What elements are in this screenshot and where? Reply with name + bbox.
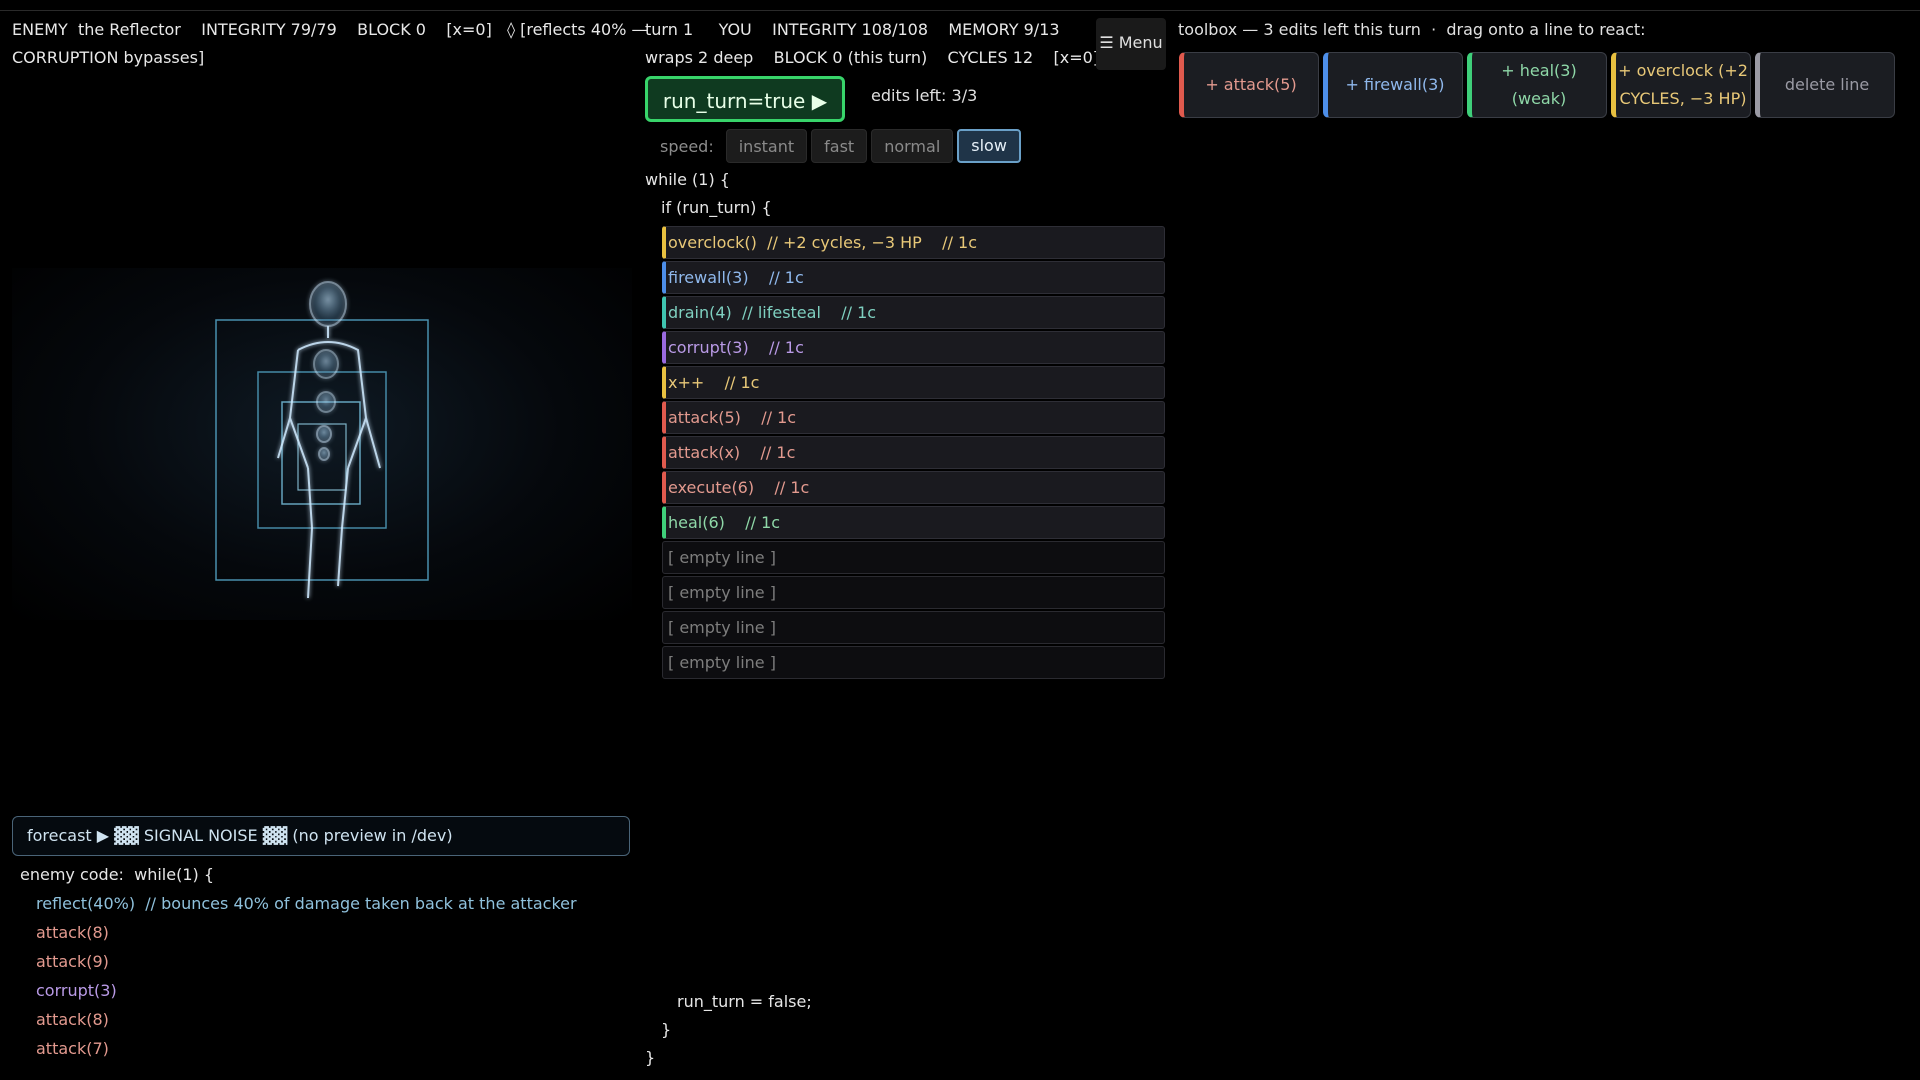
code-if-close: }	[661, 1020, 672, 1039]
speed-option-fast[interactable]: fast	[811, 129, 868, 163]
speed-option-normal[interactable]: normal	[871, 129, 954, 163]
code-line[interactable]: heal(6) // 1c	[662, 506, 1165, 539]
enemy-code-line: corrupt(3)	[36, 981, 117, 1000]
toolbox: + attack(5) + firewall(3) + heal(3) (weak)…	[1179, 52, 1895, 118]
enemy-integrity: INTEGRITY 79/79	[201, 20, 337, 39]
player-header: turn 1 YOU INTEGRITY 108/108 MEMORY 9/13…	[645, 16, 1099, 72]
code-line[interactable]: firewall(3) // 1c	[662, 261, 1165, 294]
player-integrity: INTEGRITY 108/108	[772, 20, 929, 39]
player-cycles: CYCLES 12	[947, 48, 1034, 67]
code-line[interactable]: drain(4) // lifesteal // 1c	[662, 296, 1165, 329]
speed-option-slow[interactable]: slow	[957, 129, 1021, 163]
top-divider	[0, 10, 1920, 11]
empty-code-line[interactable]: [ empty line ]	[662, 541, 1165, 574]
code-line[interactable]: execute(6) // 1c	[662, 471, 1165, 504]
enemy-code-block: enemy code: while(1) { reflect(40%) // b…	[20, 860, 620, 1063]
code-line[interactable]: attack(5) // 1c	[662, 401, 1165, 434]
enemy-code-header: enemy code: while(1) {	[20, 865, 215, 884]
enemy-header: ENEMY the Reflector INTEGRITY 79/79 BLOC…	[12, 16, 648, 72]
enemy-code-line: attack(8)	[36, 923, 109, 942]
turn-counter: turn 1	[645, 20, 694, 39]
forecast-bar: forecast ▶ ▓▓ SIGNAL NOISE ▓▓ (no previe…	[12, 816, 630, 856]
toolbox-item-firewall-3[interactable]: + firewall(3)	[1323, 52, 1463, 118]
toolbox-title: toolbox — 3 edits left this turn · drag …	[1178, 20, 1646, 39]
player-label: YOU	[718, 20, 752, 39]
speed-option-instant[interactable]: instant	[725, 129, 808, 163]
speed-selector: speed: instant fast normal slow	[660, 128, 1021, 164]
enemy-status-line2: CORRUPTION bypasses]	[12, 48, 205, 67]
player-wraps: wraps 2 deep	[645, 48, 754, 67]
empty-code-line[interactable]: [ empty line ]	[662, 576, 1165, 609]
code-lines: overclock() // +2 cycles, −3 HP // 1c fir…	[662, 226, 1165, 681]
toolbox-item-heal-3-weak[interactable]: + heal(3) (weak)	[1467, 52, 1607, 118]
toolbox-item-overclock-2-cycles-3-hp[interactable]: + overclock (+2 CYCLES, −3 HP)	[1611, 52, 1751, 118]
player-memory: MEMORY 9/13	[948, 20, 1060, 39]
enemy-x: [x=0]	[446, 20, 492, 39]
enemy-code-line: attack(9)	[36, 952, 109, 971]
code-line[interactable]: overclock() // +2 cycles, −3 HP // 1c	[662, 226, 1165, 259]
enemy-name: ENEMY the Reflector	[12, 20, 181, 39]
code-run-false: run_turn = false;	[677, 992, 812, 1011]
enemy-status-line1: ◊ [reflects 40% —	[507, 20, 648, 39]
reflector-figure-image	[145, 268, 500, 620]
enemy-portrait	[12, 268, 632, 620]
speed-label: speed:	[660, 136, 714, 156]
toolbox-item-attack-5[interactable]: + attack(5)	[1179, 52, 1319, 118]
empty-code-line[interactable]: [ empty line ]	[662, 646, 1165, 679]
player-block: BLOCK 0 (this turn)	[773, 48, 928, 67]
enemy-block: BLOCK 0	[357, 20, 426, 39]
toolbox-item-delete-line[interactable]: delete line	[1755, 52, 1895, 118]
empty-code-line[interactable]: [ empty line ]	[662, 611, 1165, 644]
enemy-code-line: attack(7)	[36, 1039, 109, 1058]
code-while-open: while (1) {	[645, 170, 730, 189]
code-line[interactable]: x++ // 1c	[662, 366, 1165, 399]
edits-left-counter: edits left: 3/3	[871, 86, 978, 105]
code-if-open: if (run_turn) {	[661, 198, 772, 217]
enemy-code-line: reflect(40%) // bounces 40% of damage ta…	[36, 894, 577, 913]
code-line[interactable]: corrupt(3) // 1c	[662, 331, 1165, 364]
code-line[interactable]: attack(x) // 1c	[662, 436, 1165, 469]
player-x: [x=0]	[1053, 48, 1100, 67]
run-turn-button[interactable]: run_turn=true ▶	[645, 76, 845, 122]
code-while-close: }	[645, 1048, 656, 1067]
menu-button[interactable]: ☰ Menu	[1096, 18, 1166, 70]
enemy-code-line: attack(8)	[36, 1010, 109, 1029]
